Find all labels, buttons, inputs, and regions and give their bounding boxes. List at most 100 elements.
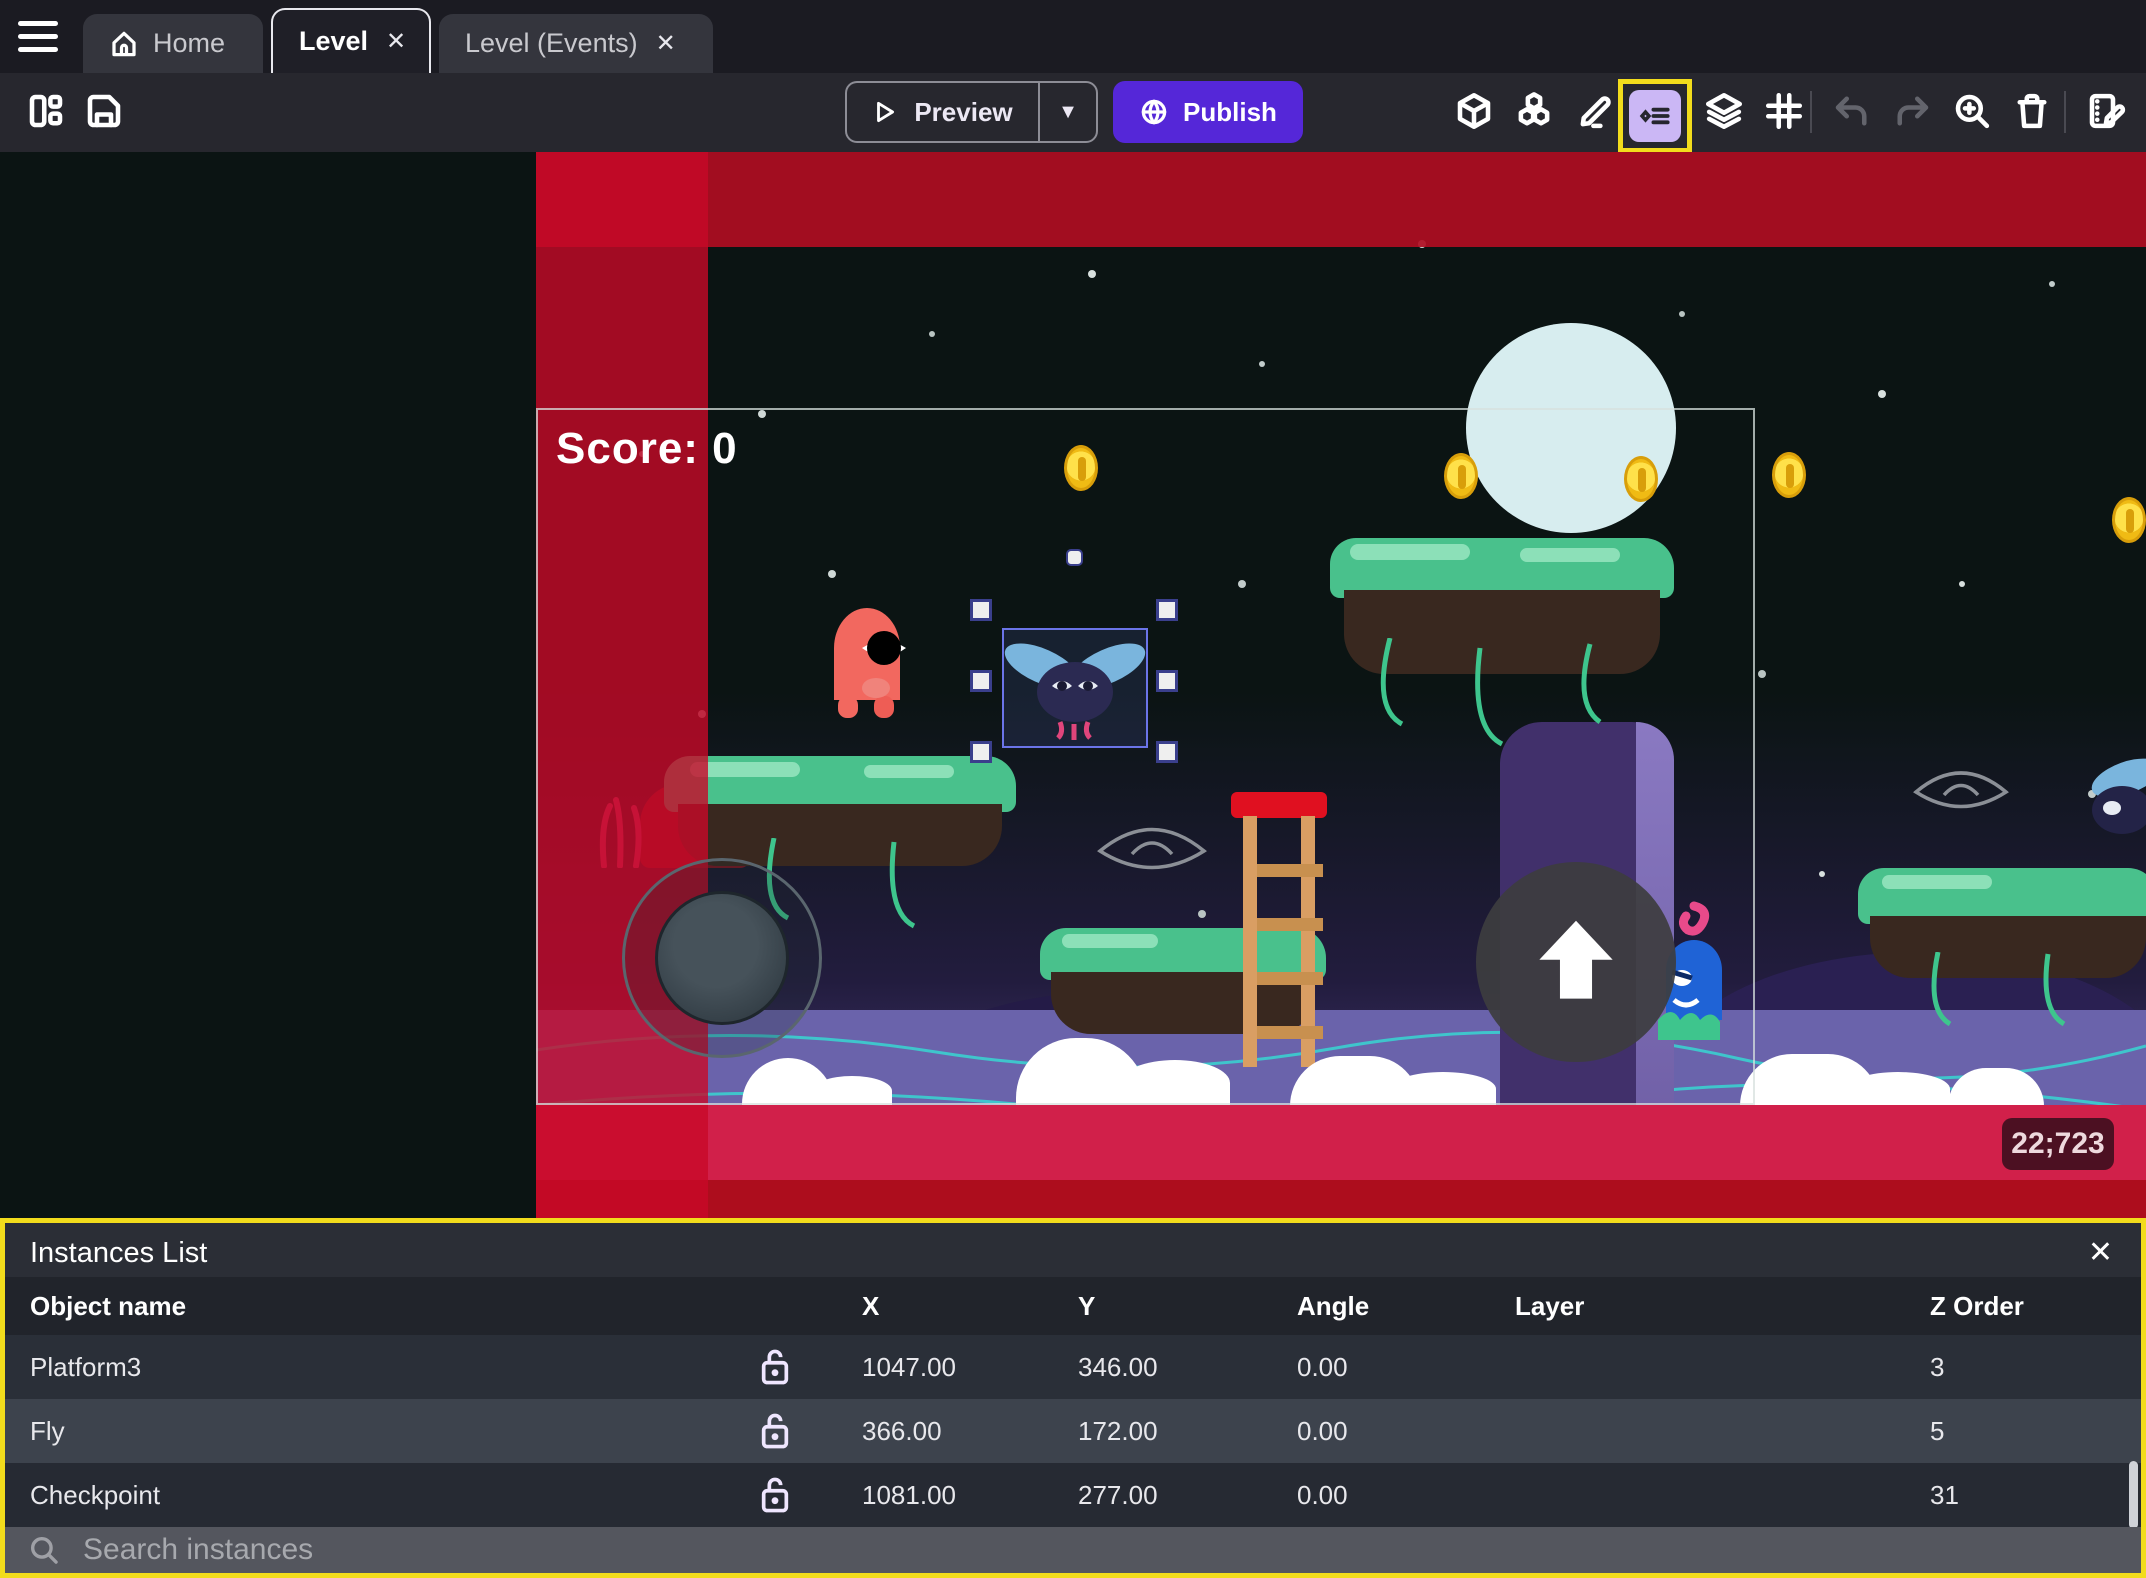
table-row[interactable]: Checkpoint 1081.00 277.00 0.00 31 — [5, 1463, 2141, 1527]
instance-x: 1047.00 — [862, 1351, 956, 1382]
selection-handle[interactable] — [970, 599, 992, 621]
panel-scrollbar[interactable] — [2129, 1461, 2138, 1529]
close-icon: ✕ — [2087, 1236, 2113, 1269]
panel-close-button[interactable]: ✕ — [2082, 1235, 2119, 1270]
instances-list-panel: Instances List ✕ Object name X Y Angle L… — [0, 1218, 2146, 1578]
main-menu-button[interactable] — [18, 20, 62, 54]
tab-bar: Home Level ✕ Level (Events) ✕ — [0, 0, 2146, 73]
trash-icon — [2017, 93, 2047, 129]
fly-enemy-sprite — [1004, 643, 1146, 740]
rotate-handle[interactable] — [1066, 549, 1083, 566]
tab-home-label: Home — [153, 28, 226, 58]
layout-panels-button[interactable] — [22, 87, 70, 135]
stars — [0, 152, 4, 156]
preview-label: Preview — [914, 96, 1013, 127]
undo-button[interactable] — [1828, 87, 1876, 135]
column-z-order[interactable]: Z Order — [1930, 1277, 2024, 1335]
delete-button[interactable] — [2008, 87, 2056, 135]
objects-panel-button[interactable] — [1450, 87, 1498, 135]
preview-button[interactable]: Preview — [845, 81, 1038, 143]
instance-name: Platform3 — [30, 1351, 142, 1382]
grid-icon — [1765, 92, 1803, 130]
close-icon[interactable]: ✕ — [652, 27, 680, 60]
object-groups-button[interactable] — [1510, 87, 1558, 135]
cubes-icon — [1518, 92, 1550, 126]
scene-editor-canvas[interactable]: Score: 0 22;723 — [0, 152, 2146, 1218]
cursor-coordinates-badge: 22;723 — [2002, 1118, 2114, 1170]
tab-level-label: Level — [299, 26, 369, 56]
instances-list-button[interactable] — [1618, 79, 1692, 153]
virtual-joystick-knob[interactable] — [655, 891, 789, 1025]
instance-angle: 0.00 — [1297, 1351, 1348, 1382]
score-text: Score: 0 — [556, 424, 738, 473]
eye-doodle — [1913, 771, 2009, 809]
column-angle[interactable]: Angle — [1297, 1277, 1369, 1335]
instance-y: 346.00 — [1078, 1351, 1158, 1382]
selection-handle[interactable] — [1156, 599, 1178, 621]
instance-z-order: 5 — [1930, 1415, 1945, 1446]
table-row[interactable]: Platform3 1047.00 346.00 0.00 3 — [5, 1335, 2141, 1399]
redo-icon — [1897, 96, 1929, 126]
unlock-icon — [761, 1349, 789, 1385]
layout-panels-icon — [29, 94, 63, 128]
tab-home[interactable]: Home — [83, 14, 263, 73]
globe-icon — [1141, 99, 1167, 125]
chevron-down-icon: ▼ — [1058, 100, 1078, 123]
search-input[interactable] — [83, 1533, 1883, 1567]
instance-angle: 0.00 — [1297, 1479, 1348, 1510]
selection-handle[interactable] — [970, 741, 992, 763]
table-row[interactable]: Fly 366.00 172.00 0.00 5 — [5, 1399, 2141, 1463]
editor-toolbar: Preview ▼ Publish — [0, 73, 2146, 153]
lock-button[interactable] — [752, 1399, 798, 1463]
selection-handle[interactable] — [1156, 670, 1178, 692]
edit-events-button[interactable] — [2082, 87, 2130, 135]
save-icon — [87, 94, 121, 128]
selection-handle[interactable] — [1156, 741, 1178, 763]
grid-button[interactable] — [1760, 87, 1808, 135]
play-icon — [877, 101, 895, 123]
platform[interactable] — [1858, 868, 2146, 1027]
red-top-band — [536, 152, 2146, 247]
search-icon — [30, 1536, 58, 1564]
tab-level-events-label: Level (Events) — [465, 28, 638, 58]
column-x[interactable]: X — [862, 1277, 879, 1335]
pencil-icon — [1580, 96, 1611, 129]
tab-level[interactable]: Level ✕ — [271, 8, 431, 73]
publish-button[interactable]: Publish — [1113, 81, 1303, 143]
cube-icon — [1457, 92, 1491, 130]
red-bottom-band-dark — [536, 1180, 2146, 1218]
events-sheet-edit-icon — [2089, 93, 2126, 129]
table-header-row: Object name X Y Angle Layer Z Order — [5, 1277, 2141, 1335]
coin[interactable] — [2112, 497, 2146, 543]
instance-x: 366.00 — [862, 1415, 942, 1446]
edit-scene-button[interactable] — [1572, 87, 1620, 135]
preview-options-button[interactable]: ▼ — [1038, 81, 1098, 143]
save-button[interactable] — [80, 87, 128, 135]
jump-button[interactable] — [1476, 862, 1676, 1062]
panel-title: Instances List — [30, 1237, 208, 1269]
instance-y: 172.00 — [1078, 1415, 1158, 1446]
lock-button[interactable] — [752, 1335, 798, 1399]
hamburger-icon — [18, 21, 58, 26]
column-layer[interactable]: Layer — [1515, 1277, 1584, 1335]
column-y[interactable]: Y — [1078, 1277, 1095, 1335]
coin[interactable] — [1772, 452, 1806, 498]
tab-level-events[interactable]: Level (Events) ✕ — [439, 14, 713, 73]
app-window: Home Level ✕ Level (Events) ✕ Preview ▼ … — [0, 0, 2146, 1578]
selection-handle[interactable] — [970, 670, 992, 692]
toolbar-divider — [2064, 91, 2066, 133]
layers-button[interactable] — [1700, 87, 1748, 135]
column-object-name[interactable]: Object name — [30, 1277, 186, 1335]
close-icon[interactable]: ✕ — [382, 25, 410, 58]
fly-enemy-partial[interactable] — [2078, 752, 2146, 836]
zoom-in-icon — [1955, 94, 1990, 129]
redo-button[interactable] — [1888, 87, 1936, 135]
lock-button[interactable] — [752, 1463, 798, 1527]
search-bar[interactable] — [5, 1527, 2141, 1573]
undo-icon — [1835, 96, 1867, 126]
selected-fly-instance[interactable] — [1002, 628, 1148, 748]
instance-name: Checkpoint — [30, 1479, 161, 1510]
zoom-button[interactable] — [1948, 87, 1996, 135]
instances-list-icon — [1629, 90, 1681, 142]
instance-x: 1081.00 — [862, 1479, 956, 1510]
